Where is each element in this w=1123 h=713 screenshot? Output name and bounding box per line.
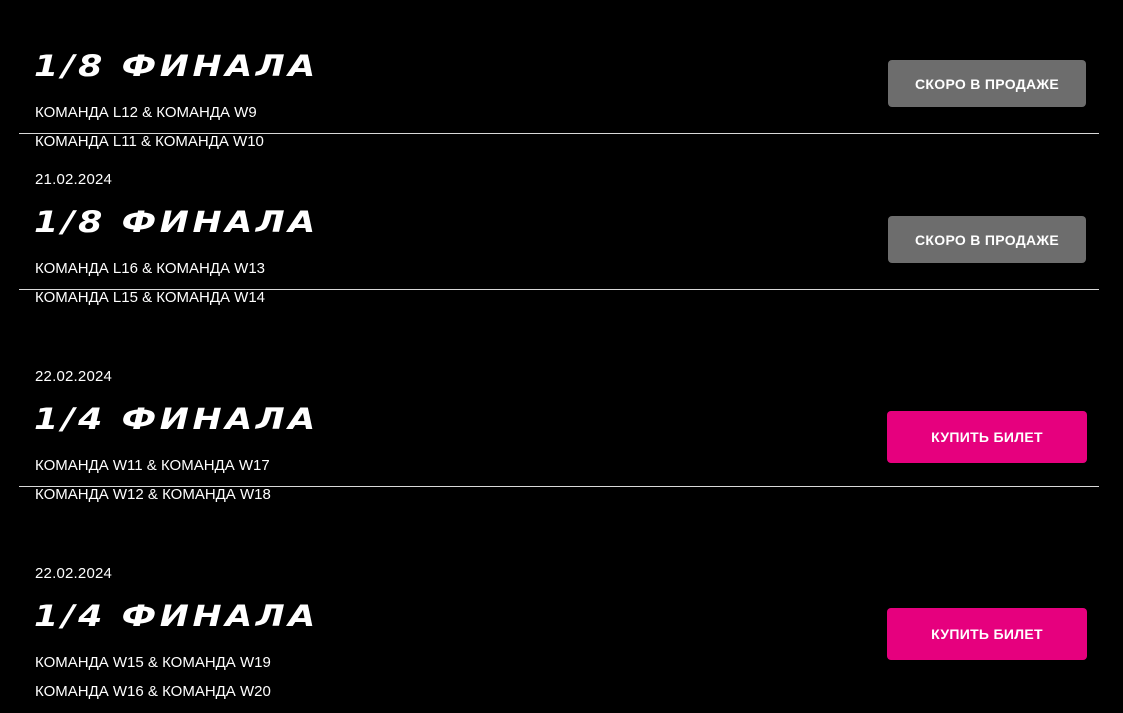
match-pair: КОМАНДА W16 & КОМАНДА W20 xyxy=(35,683,271,700)
match-pair: КОМАНДА L15 & КОМАНДА W14 xyxy=(35,289,266,306)
match-pair: КОМАНДА W11 & КОМАНДА W17 xyxy=(35,457,270,474)
match-pair: КОМАНДА L11 & КОМАНДА W10 xyxy=(35,133,264,150)
match-stage-title: 1/8 ФИНАЛА xyxy=(34,205,319,239)
match-pair: КОМАНДА L16 & КОМАНДА W13 xyxy=(35,260,266,277)
match-date: 22.02.2024 xyxy=(35,565,113,582)
match-stage-title: 1/4 ФИНАЛА xyxy=(34,402,319,436)
buy-ticket-button[interactable]: КУПИТЬ БИЛЕТ xyxy=(887,608,1087,660)
match-schedule-list: 1/8 ФИНАЛА КОМАНДА L12 & КОМАНДА W9 КОМА… xyxy=(0,0,1123,713)
match-date: 22.02.2024 xyxy=(35,368,113,385)
buy-ticket-button[interactable]: КУПИТЬ БИЛЕТ xyxy=(887,411,1087,463)
match-stage-title: 1/8 ФИНАЛА xyxy=(34,49,319,83)
divider xyxy=(19,133,1099,134)
divider xyxy=(19,486,1099,487)
match-date: 21.02.2024 xyxy=(35,171,113,188)
match-pair: КОМАНДА W15 & КОМАНДА W19 xyxy=(35,654,271,671)
match-pair: КОМАНДА W12 & КОМАНДА W18 xyxy=(35,486,271,503)
coming-soon-button[interactable]: СКОРО В ПРОДАЖЕ xyxy=(888,60,1086,107)
divider xyxy=(19,289,1099,290)
match-pair: КОМАНДА L12 & КОМАНДА W9 xyxy=(35,104,257,121)
coming-soon-button[interactable]: СКОРО В ПРОДАЖЕ xyxy=(888,216,1086,263)
match-stage-title: 1/4 ФИНАЛА xyxy=(34,599,319,633)
